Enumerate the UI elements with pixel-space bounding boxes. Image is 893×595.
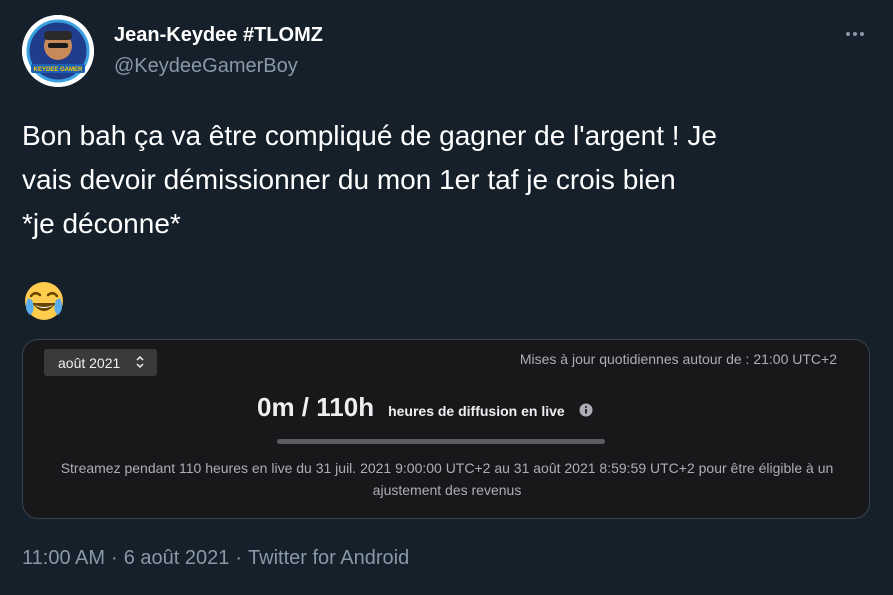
- hours-progress-row: 0m / 110h heures de diffusion en live: [257, 392, 593, 423]
- tweet-text-line: *je déconne*: [22, 208, 181, 239]
- progress-bar: [277, 439, 605, 444]
- display-name[interactable]: Jean-Keydee #TLOMZ: [114, 24, 323, 47]
- meta-separator: ·: [235, 547, 243, 569]
- month-select-value: août 2021: [58, 354, 121, 371]
- tweet-text-line: vais devoir démissionner du mon 1er taf …: [22, 164, 676, 195]
- more-options-button[interactable]: [838, 24, 872, 44]
- tweet-text: Bon bah ça va être compliqué de gagner d…: [22, 114, 872, 246]
- avatar-image: KEYDEE GAMER: [22, 15, 94, 87]
- tweet-text-line: Bon bah ça va être compliqué de gagner d…: [22, 120, 717, 151]
- tweet-date[interactable]: 6 août 2021: [124, 547, 230, 569]
- month-select[interactable]: août 2021: [44, 349, 157, 376]
- avatar-banner-text: KEYDEE GAMER: [34, 67, 83, 73]
- avatar[interactable]: KEYDEE GAMER: [22, 15, 94, 87]
- more-dot-icon: [860, 32, 864, 36]
- hours-value: 0m / 110h: [257, 392, 375, 422]
- meta-separator: ·: [111, 547, 118, 569]
- embedded-image-card[interactable]: août 2021 Mises à jour quotidiennes auto…: [22, 339, 870, 519]
- info-icon[interactable]: [579, 403, 593, 422]
- more-dot-icon: [853, 32, 857, 36]
- tweet-time[interactable]: 11:00 AM: [22, 547, 105, 569]
- user-handle[interactable]: @KeydeeGamerBoy: [114, 55, 298, 78]
- updates-text: Mises à jour quotidiennes autour de : 21…: [519, 351, 837, 367]
- tweet-source[interactable]: Twitter for Android: [248, 547, 409, 569]
- tweet-meta: 11:00 AM · 6 août 2021 · Twitter for Android: [22, 547, 409, 570]
- more-dot-icon: [846, 32, 850, 36]
- eligibility-description: Streamez pendant 110 heures en live du 3…: [60, 460, 834, 498]
- chevron-up-down-icon: [135, 355, 145, 372]
- hours-label: heures de diffusion en live: [388, 403, 565, 419]
- face-with-tears-of-joy-icon: [22, 279, 66, 328]
